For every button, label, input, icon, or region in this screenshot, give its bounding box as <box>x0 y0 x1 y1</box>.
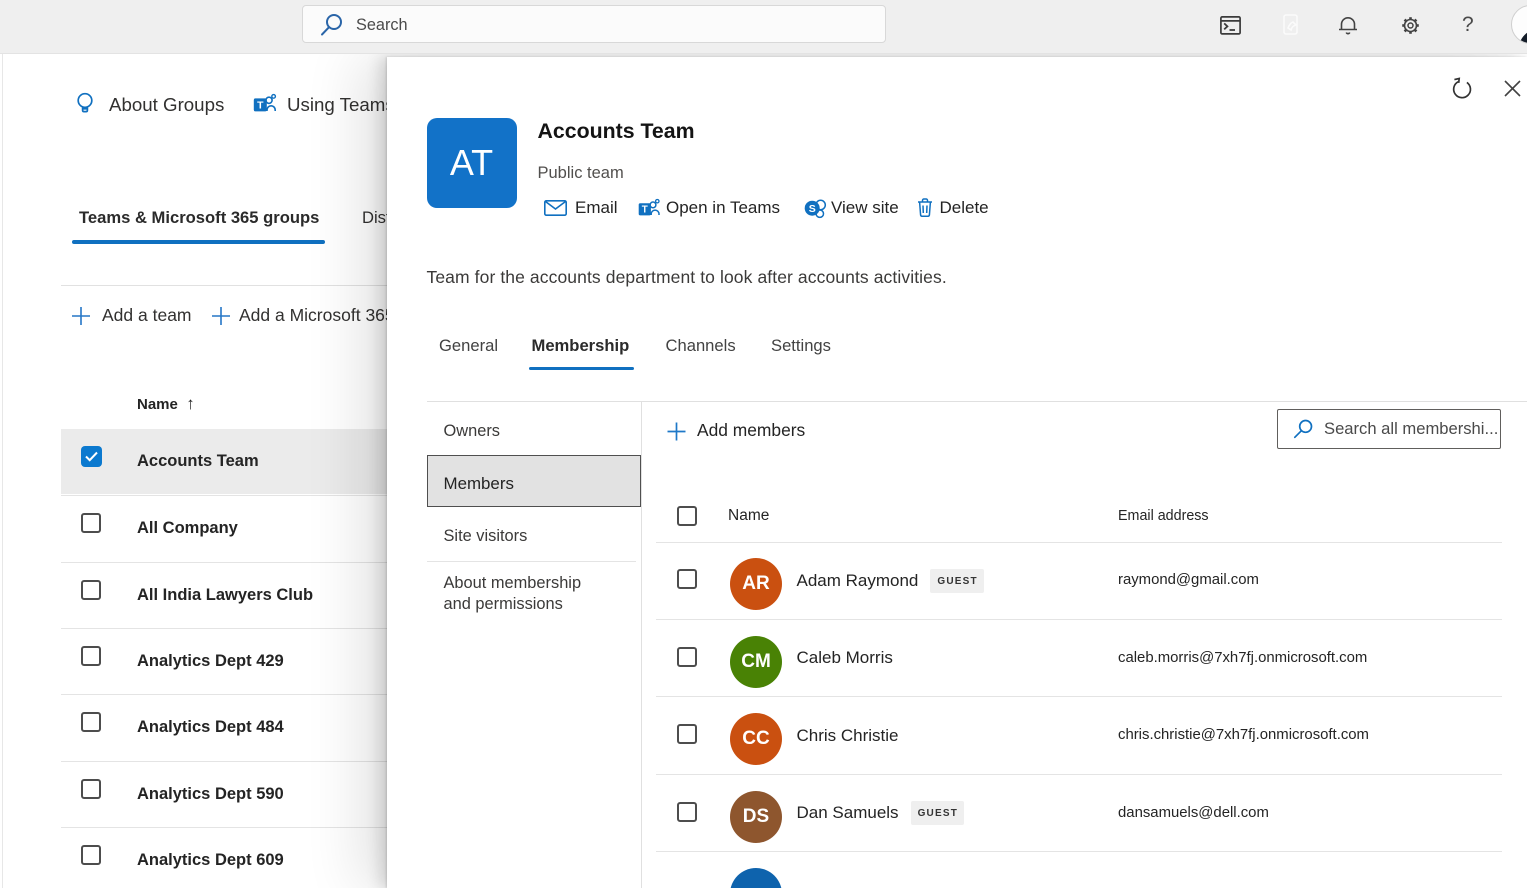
svg-text:T: T <box>257 100 264 111</box>
svg-text:S: S <box>809 203 816 215</box>
svg-text:T: T <box>641 205 647 216</box>
